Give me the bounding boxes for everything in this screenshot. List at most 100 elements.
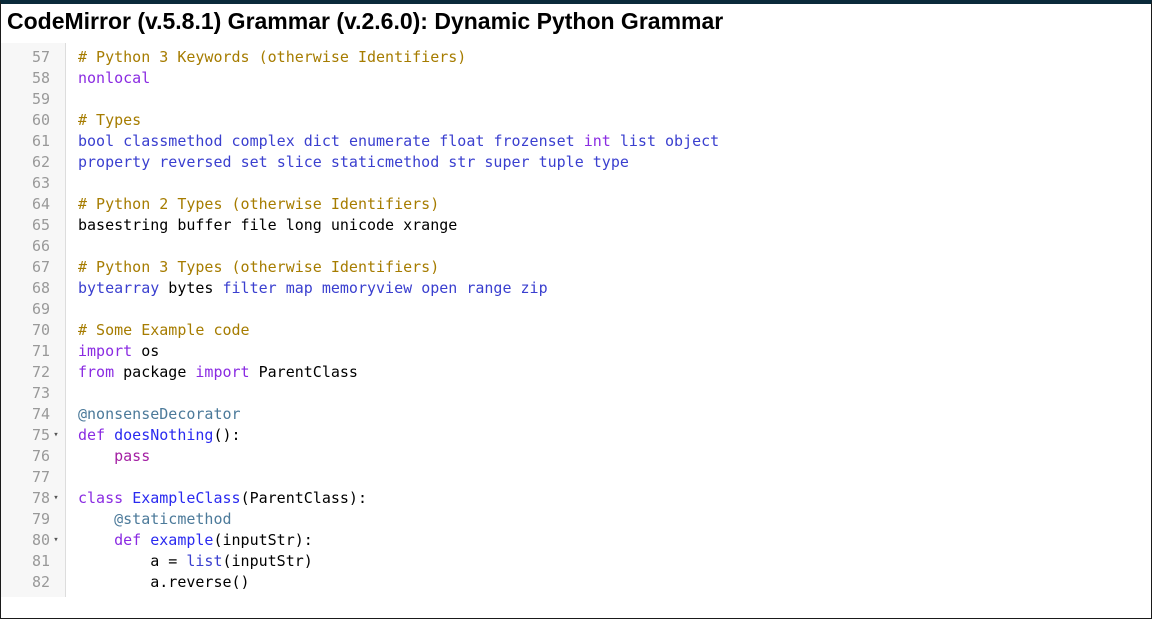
- code-editor[interactable]: 57585960616263646566676869707172737475▾7…: [1, 43, 1151, 597]
- gutter-line: 72: [1, 362, 65, 383]
- token-ident: [313, 279, 322, 297]
- code-line[interactable]: pass: [78, 446, 1151, 467]
- token-builtin: float: [439, 132, 484, 150]
- code-line[interactable]: a = list(inputStr): [78, 551, 1151, 572]
- token-ident: [322, 153, 331, 171]
- token-keyword: import: [195, 363, 249, 381]
- gutter-line: 70: [1, 320, 65, 341]
- code-line[interactable]: def example(inputStr):: [78, 530, 1151, 551]
- line-number: 81: [28, 551, 50, 572]
- token-builtin: range: [466, 279, 511, 297]
- token-ident: (ParentClass):: [241, 489, 367, 507]
- code-line[interactable]: a.reverse(): [78, 572, 1151, 593]
- token-builtin: reversed: [159, 153, 231, 171]
- token-dec: @nonsenseDecorator: [78, 405, 241, 423]
- token-builtin: type: [593, 153, 629, 171]
- gutter-line: 61: [1, 131, 65, 152]
- code-line[interactable]: [78, 236, 1151, 257]
- token-keyword: def: [114, 531, 141, 549]
- token-builtin: set: [241, 153, 268, 171]
- token-keyword: from: [78, 363, 114, 381]
- code-area[interactable]: # Python 3 Keywords (otherwise Identifie…: [66, 43, 1151, 597]
- code-line[interactable]: import os: [78, 341, 1151, 362]
- code-line[interactable]: # Types: [78, 110, 1151, 131]
- token-ident: [439, 153, 448, 171]
- token-keyword: def: [78, 426, 105, 444]
- line-number: 78: [28, 488, 50, 509]
- code-line[interactable]: class ExampleClass(ParentClass):: [78, 488, 1151, 509]
- line-number: 82: [28, 572, 50, 593]
- code-line[interactable]: [78, 89, 1151, 110]
- token-ident: (inputStr): [223, 552, 313, 570]
- code-line[interactable]: # Python 3 Keywords (otherwise Identifie…: [78, 47, 1151, 68]
- token-ident: a.reverse(): [78, 573, 250, 591]
- token-ident: [512, 279, 521, 297]
- code-line[interactable]: from package import ParentClass: [78, 362, 1151, 383]
- token-ident: basestring buffer file long unicode xran…: [78, 216, 457, 234]
- token-ident: [575, 132, 584, 150]
- line-number: 73: [28, 383, 50, 404]
- token-builtin: staticmethod: [331, 153, 439, 171]
- gutter-line: 63: [1, 173, 65, 194]
- token-ident: [150, 153, 159, 171]
- token-ident: [430, 132, 439, 150]
- token-ident: [277, 279, 286, 297]
- code-line[interactable]: bytearray bytes filter map memoryview op…: [78, 278, 1151, 299]
- code-line[interactable]: [78, 173, 1151, 194]
- code-line[interactable]: [78, 299, 1151, 320]
- code-line[interactable]: # Some Example code: [78, 320, 1151, 341]
- token-builtin: enumerate: [349, 132, 430, 150]
- code-line[interactable]: basestring buffer file long unicode xran…: [78, 215, 1151, 236]
- token-builtin: bool: [78, 132, 114, 150]
- code-line[interactable]: # Python 3 Types (otherwise Identifiers): [78, 257, 1151, 278]
- token-ident: [141, 531, 150, 549]
- code-line[interactable]: nonlocal: [78, 68, 1151, 89]
- token-builtin: map: [286, 279, 313, 297]
- token-ident: [530, 153, 539, 171]
- token-ident: [78, 447, 114, 465]
- code-line[interactable]: bool classmethod complex dict enumerate …: [78, 131, 1151, 152]
- token-ident: a =: [78, 552, 186, 570]
- fold-arrow-icon[interactable]: ▾: [50, 530, 62, 551]
- code-line[interactable]: [78, 383, 1151, 404]
- token-ident: bytes: [159, 279, 222, 297]
- token-pass: pass: [114, 447, 150, 465]
- token-keyword: import: [78, 342, 132, 360]
- token-comment: # Types: [78, 111, 141, 129]
- fold-arrow-icon[interactable]: ▾: [50, 425, 62, 446]
- token-builtin: super: [484, 153, 529, 171]
- gutter-line: 65: [1, 215, 65, 236]
- gutter-line: 76: [1, 446, 65, 467]
- token-keyword: nonlocal: [78, 69, 150, 87]
- line-number: 77: [28, 467, 50, 488]
- line-number: 70: [28, 320, 50, 341]
- token-builtin: slice: [277, 153, 322, 171]
- token-ident: [656, 132, 665, 150]
- code-line[interactable]: @nonsenseDecorator: [78, 404, 1151, 425]
- gutter-line: 77: [1, 467, 65, 488]
- token-ident: [114, 132, 123, 150]
- token-ident: os: [132, 342, 159, 360]
- code-line[interactable]: # Python 2 Types (otherwise Identifiers): [78, 194, 1151, 215]
- code-line[interactable]: property reversed set slice staticmethod…: [78, 152, 1151, 173]
- token-keyword: class: [78, 489, 123, 507]
- line-number: 62: [28, 152, 50, 173]
- token-builtin: complex: [232, 132, 295, 150]
- fold-arrow-icon[interactable]: ▾: [50, 488, 62, 509]
- code-line[interactable]: def doesNothing():: [78, 425, 1151, 446]
- code-line[interactable]: @staticmethod: [78, 509, 1151, 530]
- gutter-line: 67: [1, 257, 65, 278]
- token-ident: [340, 132, 349, 150]
- token-keyword: int: [584, 132, 611, 150]
- gutter-line: 57: [1, 47, 65, 68]
- line-number: 58: [28, 68, 50, 89]
- token-ident: (inputStr):: [213, 531, 312, 549]
- token-ident: [78, 531, 114, 549]
- token-ident: package: [114, 363, 195, 381]
- line-number: 59: [28, 89, 50, 110]
- code-line[interactable]: [78, 467, 1151, 488]
- token-ident: [412, 279, 421, 297]
- page-title: CodeMirror (v.5.8.1) Grammar (v.2.6.0): …: [1, 4, 1151, 43]
- token-ident: [78, 510, 114, 528]
- line-number: 57: [28, 47, 50, 68]
